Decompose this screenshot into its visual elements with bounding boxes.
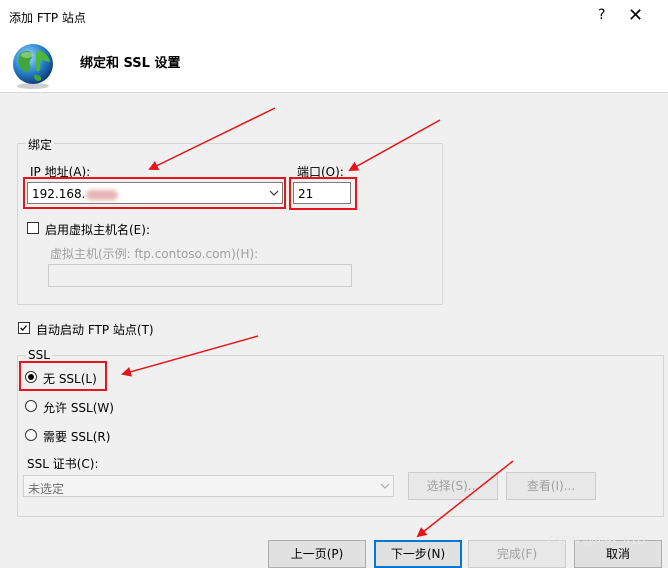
title-bar: 添加 FTP 站点 ? ✕ xyxy=(0,0,668,32)
prev-button[interactable]: 上一页(P) xyxy=(268,540,366,568)
check-icon xyxy=(20,325,27,332)
next-button[interactable]: 下一步(N) xyxy=(374,540,462,568)
virtual-host-input[interactable] xyxy=(48,264,352,287)
window-title: 添加 FTP 站点 xyxy=(9,11,86,25)
chevron-down-icon xyxy=(380,483,390,489)
ssl-cert-select[interactable]: 未选定 xyxy=(23,475,394,497)
autostart-label: 自动启动 FTP 站点(T) xyxy=(36,323,154,337)
virtual-host-hint: 虚拟主机(示例: ftp.contoso.com)(H): xyxy=(50,247,259,261)
ssl-group-label: SSL xyxy=(26,348,52,362)
ip-highlight-box xyxy=(23,177,286,209)
radio-allow-ssl-label: 允许 SSL(W) xyxy=(43,401,114,415)
select-cert-button[interactable]: 选择(S)... xyxy=(408,472,498,500)
autostart-checkbox[interactable] xyxy=(18,322,30,334)
ssl-cert-value: 未选定 xyxy=(28,482,65,496)
globe-icon xyxy=(13,44,53,89)
radio-allow-ssl[interactable] xyxy=(25,400,37,412)
wizard-header: 绑定和 SSL 设置 xyxy=(0,32,668,93)
virtual-host-checkbox[interactable] xyxy=(27,222,39,234)
no-ssl-highlight-box xyxy=(19,361,107,391)
virtual-host-checkbox-label: 启用虚拟主机名(E): xyxy=(45,223,150,237)
binding-group-label: 绑定 xyxy=(26,136,55,153)
page-title: 绑定和 SSL 设置 xyxy=(80,56,181,71)
close-button[interactable]: ✕ xyxy=(628,5,643,26)
port-highlight-box xyxy=(289,177,357,210)
watermark: CSDN @Alex_81D xyxy=(548,534,646,547)
ssl-cert-label: SSL 证书(C): xyxy=(27,457,99,471)
view-cert-button[interactable]: 查看(I)... xyxy=(506,472,596,500)
help-button[interactable]: ? xyxy=(598,7,605,23)
radio-require-ssl[interactable] xyxy=(25,429,37,441)
radio-require-ssl-label: 需要 SSL(R) xyxy=(43,430,111,444)
